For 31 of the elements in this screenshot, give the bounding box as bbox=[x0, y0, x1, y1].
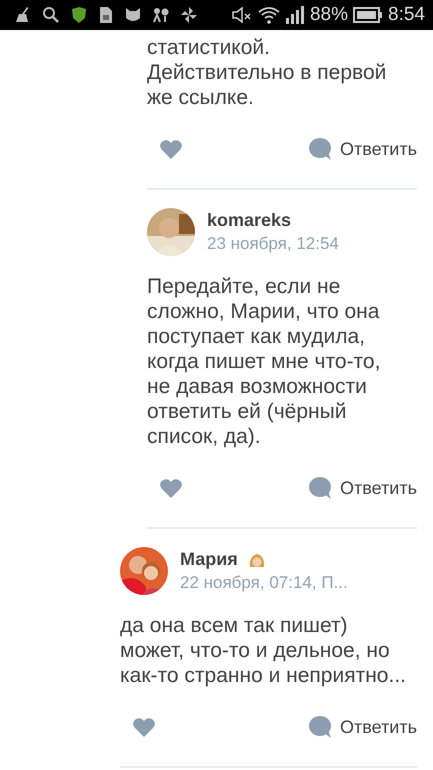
battery-percent: 88% bbox=[310, 4, 348, 26]
comment-text: да она всем так пишет) может, что-то и дельное, но как-то странно и неприятно... bbox=[120, 613, 407, 688]
battery-icon bbox=[353, 7, 384, 23]
author-name[interactable]: Мария bbox=[180, 549, 238, 570]
mute-icon bbox=[230, 6, 253, 24]
comment-text: статистикой. Действительно в первой же ссылке. bbox=[147, 35, 388, 110]
heart-icon bbox=[132, 716, 156, 738]
reply-button[interactable]: Ответить bbox=[308, 715, 417, 739]
like-button[interactable] bbox=[132, 716, 156, 738]
speech-bubble-icon bbox=[308, 715, 332, 739]
author-name[interactable]: komareks bbox=[207, 210, 292, 231]
comment-date: 22 ноября, 07:14, П... bbox=[180, 573, 348, 593]
signal-icon bbox=[284, 6, 305, 24]
reply-button[interactable]: Ответить bbox=[308, 476, 417, 500]
cat-icon bbox=[124, 6, 142, 24]
clock: 8:54 bbox=[388, 4, 425, 26]
sim-card-icon bbox=[98, 6, 114, 24]
like-button[interactable] bbox=[159, 138, 183, 160]
shield-icon bbox=[70, 6, 88, 24]
pinwheel-icon bbox=[180, 6, 198, 24]
heart-icon bbox=[159, 138, 183, 160]
comment-date: 23 ноября, 12:54 bbox=[207, 234, 339, 254]
people-icon bbox=[152, 6, 170, 24]
speech-bubble-icon bbox=[308, 476, 332, 500]
heart-icon bbox=[159, 477, 183, 499]
reply-button[interactable]: Ответить bbox=[308, 137, 417, 161]
comment-text: Передайте, если не сложно, Марии, что она поступает как мудила, когда пишет мне что-то, не давая возможности ответить ей (чёрный список, да). bbox=[147, 274, 382, 449]
speech-bubble-icon bbox=[308, 137, 332, 161]
like-button[interactable] bbox=[159, 477, 183, 499]
search-icon bbox=[42, 6, 60, 24]
wifi-icon bbox=[258, 6, 280, 24]
